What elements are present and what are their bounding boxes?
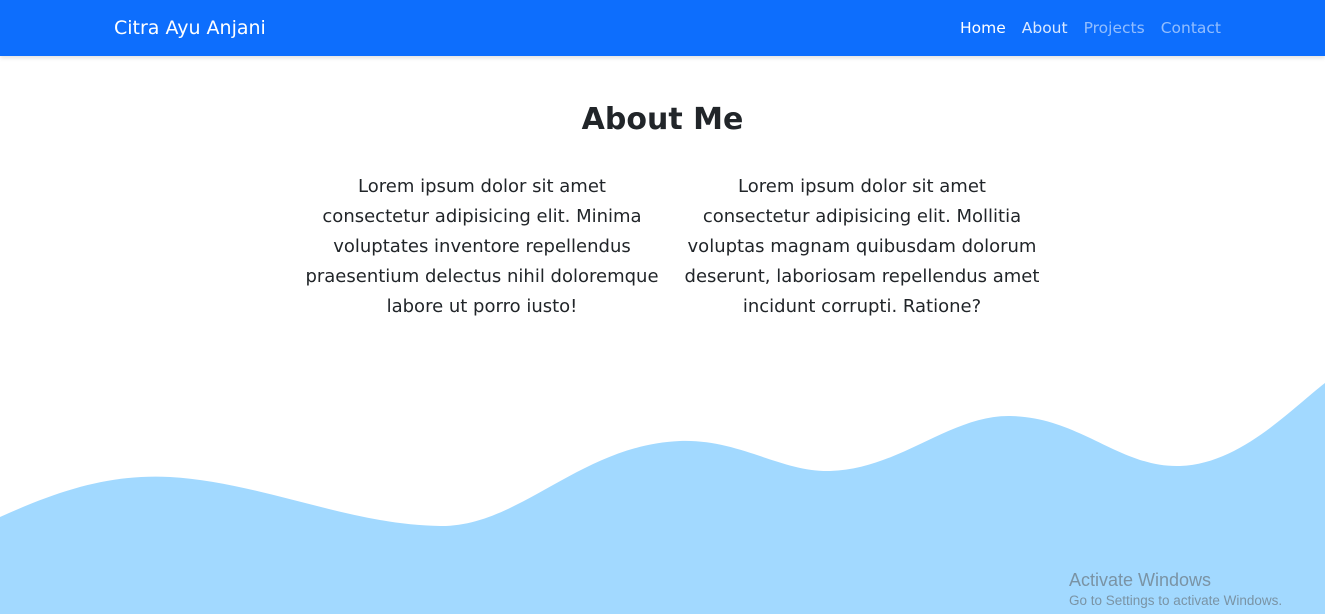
about-paragraph-left: Lorem ipsum dolor sit amet consectetur a…: [305, 176, 659, 317]
nav-links: Home About Projects Contact: [960, 19, 1221, 38]
activate-windows-title: Activate Windows: [1069, 570, 1212, 590]
top-navbar: Citra Ayu Anjani Home About Projects Con…: [0, 0, 1325, 56]
nav-link-about[interactable]: About: [1022, 19, 1068, 38]
brand-link[interactable]: Citra Ayu Anjani: [114, 17, 266, 39]
nav-link-projects[interactable]: Projects: [1084, 19, 1145, 38]
about-paragraph-right: Lorem ipsum dolor sit amet consectetur a…: [684, 176, 1040, 317]
about-title: About Me: [581, 102, 744, 137]
activate-windows-watermark: Activate Windows Go to Settings to activ…: [1069, 569, 1282, 611]
nav-link-home[interactable]: Home: [960, 19, 1006, 38]
activate-windows-subtitle: Go to Settings to activate Windows.: [1069, 593, 1283, 608]
nav-link-contact[interactable]: Contact: [1161, 19, 1221, 38]
